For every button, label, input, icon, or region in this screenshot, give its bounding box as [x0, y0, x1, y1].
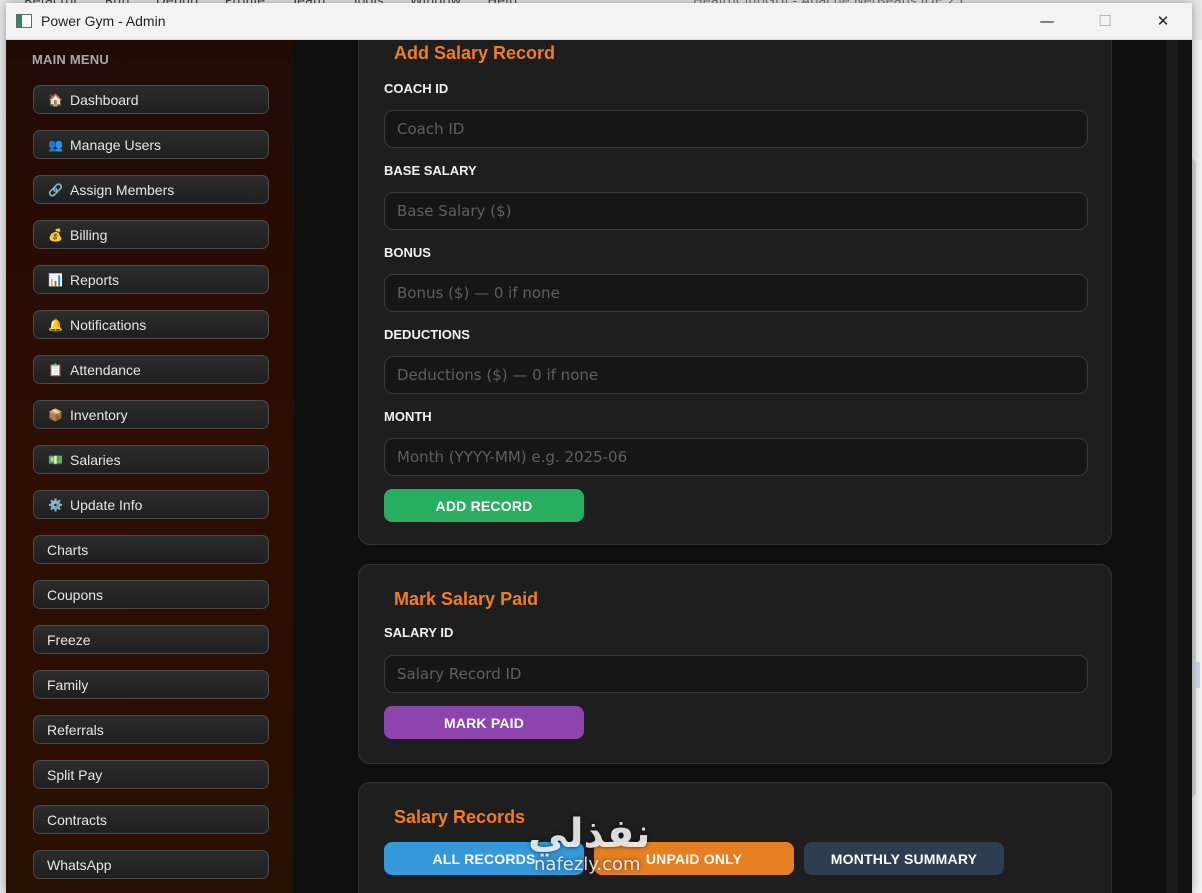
sidebar-item-label: Split Pay [47, 766, 103, 783]
close-icon[interactable]: ✕ [1134, 3, 1192, 39]
sidebar-item-whatsapp[interactable]: WhatsApp [33, 850, 269, 879]
sidebar-item-assign-members[interactable]: 🔗 Assign Members [33, 175, 269, 204]
package-icon: 📦 [48, 407, 63, 422]
sidebar-item-label: Assign Members [70, 181, 175, 198]
sidebar-item-charts[interactable]: Charts [33, 535, 269, 564]
sidebar-item-inventory[interactable]: 📦 Inventory [33, 400, 269, 429]
window-controls: — ☐ ✕ [1018, 3, 1192, 39]
sidebar-item-manage-users[interactable]: 👥 Manage Users [33, 130, 269, 159]
coach-id-input[interactable] [384, 110, 1088, 148]
sidebar-item-label: Update Info [70, 496, 143, 513]
base-salary-input[interactable] [384, 192, 1088, 230]
sidebar-item-label: Reports [70, 271, 120, 288]
link-icon: 🔗 [48, 182, 63, 197]
salary-id-input[interactable] [384, 655, 1088, 693]
sidebar-item-label: Charts [47, 541, 89, 558]
deductions-input[interactable] [384, 356, 1088, 394]
watermark-latin: nafezly.com [534, 854, 641, 875]
sidebar-item-label: Family [47, 676, 89, 693]
add-salary-title: Add Salary Record [394, 43, 556, 63]
sidebar-item-label: Manage Users [70, 136, 162, 153]
clipboard-icon: 📋 [48, 362, 63, 377]
sidebar-header: MAIN MENU [32, 52, 109, 67]
bell-icon: 🔔 [48, 317, 63, 332]
money-bag-icon: 💰 [48, 227, 63, 242]
users-icon: 👥 [48, 137, 63, 152]
sidebar-item-label: Referrals [47, 721, 104, 738]
sidebar-item-label: Billing [70, 226, 108, 243]
watermark: نفذلي nafezly.com [528, 812, 650, 874]
background-marker [1194, 662, 1200, 688]
sidebar-item-label: WhatsApp [47, 856, 112, 873]
salary-id-label: SALARY ID [384, 625, 454, 640]
sidebar-item-contracts[interactable]: Contracts [33, 805, 269, 834]
gear-icon: ⚙️ [48, 497, 63, 512]
mark-paid-card: Mark Salary Paid SALARY ID MARK PAID [358, 564, 1112, 764]
window-title: Power Gym - Admin [41, 13, 166, 29]
maximize-icon[interactable]: ☐ [1076, 3, 1134, 39]
coach-id-label: COACH ID [384, 81, 449, 96]
sidebar-item-family[interactable]: Family [33, 670, 269, 699]
sidebar-item-dashboard[interactable]: 🏠 Dashboard [33, 85, 269, 114]
deductions-label: DEDUCTIONS [384, 327, 470, 342]
sidebar-item-freeze[interactable]: Freeze [33, 625, 269, 654]
main-content: Add Salary Record COACH ID BASE SALARY B… [294, 40, 1178, 893]
sidebar-item-reports[interactable]: 📊 Reports [33, 265, 269, 294]
salary-records-title: Salary Records [394, 807, 526, 827]
sidebar-item-notifications[interactable]: 🔔 Notifications [33, 310, 269, 339]
app-icon [16, 14, 32, 28]
title-bar: Power Gym - Admin — ☐ ✕ [6, 3, 1192, 40]
sidebar-item-referrals[interactable]: Referrals [33, 715, 269, 744]
month-label: MONTH [384, 409, 432, 424]
bonus-label: BONUS [384, 245, 431, 260]
watermark-arabic: نفذلي [528, 811, 651, 857]
bar-chart-icon: 📊 [48, 272, 63, 287]
sidebar-item-split-pay[interactable]: Split Pay [33, 760, 269, 789]
monthly-summary-button[interactable]: MONTHLY SUMMARY [804, 842, 1004, 875]
month-input[interactable] [384, 438, 1088, 476]
banknote-icon: 💵 [48, 452, 63, 467]
sidebar-item-label: Coupons [47, 586, 104, 603]
sidebar-item-label: Contracts [47, 811, 107, 828]
mark-paid-title: Mark Salary Paid [394, 589, 539, 609]
sidebar-item-salaries[interactable]: 💵 Salaries [33, 445, 269, 474]
salary-records-card: Salary Records ALL RECORDS UNPAID ONLY M… [358, 782, 1112, 893]
mark-paid-button[interactable]: MARK PAID [384, 706, 584, 739]
bonus-input[interactable] [384, 274, 1088, 312]
add-salary-card: Add Salary Record COACH ID BASE SALARY B… [358, 40, 1112, 545]
sidebar: MAIN MENU 🏠 Dashboard 👥 Manage Users 🔗 A… [6, 40, 294, 893]
sidebar-item-label: Freeze [47, 631, 91, 648]
minimize-icon[interactable]: — [1018, 3, 1076, 39]
home-icon: 🏠 [48, 92, 63, 107]
sidebar-item-coupons[interactable]: Coupons [33, 580, 269, 609]
sidebar-item-label: Attendance [70, 361, 141, 378]
sidebar-item-attendance[interactable]: 📋 Attendance [33, 355, 269, 384]
sidebar-item-update-info[interactable]: ⚙️ Update Info [33, 490, 269, 519]
sidebar-item-label: Notifications [70, 316, 147, 333]
sidebar-item-label: Dashboard [70, 91, 139, 108]
sidebar-item-label: Salaries [70, 451, 121, 468]
base-salary-label: BASE SALARY [384, 163, 477, 178]
sidebar-item-label: Inventory [70, 406, 128, 423]
sidebar-item-billing[interactable]: 💰 Billing [33, 220, 269, 249]
add-record-button[interactable]: ADD RECORD [384, 489, 584, 522]
main-scrollbar[interactable] [1166, 40, 1178, 893]
app-window: Power Gym - Admin — ☐ ✕ MAIN MENU 🏠 Dash… [6, 3, 1192, 893]
